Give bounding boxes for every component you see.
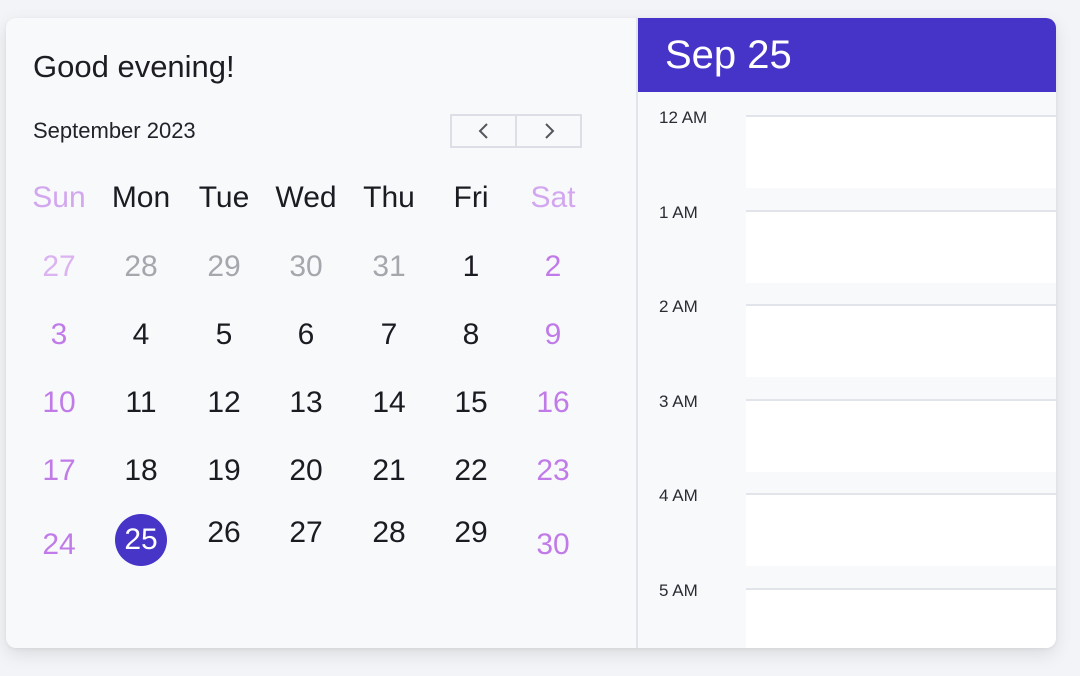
weekday-header-mon: Mon [111,181,171,214]
day-cell[interactable]: 2 [512,247,594,287]
month-navigation [450,114,582,148]
hour-label: 5 AM [659,580,698,600]
hour-row: 2 AM [638,283,1056,377]
chevron-left-icon [478,123,488,139]
day-cell[interactable]: 5 [183,315,265,355]
day-cell[interactable]: 23 [512,451,594,491]
day-cell[interactable]: 29 [430,513,512,553]
weekday-header-sun: Sun [32,181,86,214]
day-cell[interactable]: 30 [512,525,594,565]
day-cell[interactable]: 7 [348,315,430,355]
month-panel: Good evening! September 2023 Sun Mon Tue We… [6,18,636,648]
day-cell[interactable]: 17 [18,451,100,491]
hour-label: 3 AM [659,391,698,411]
day-cell[interactable]: 9 [512,315,594,355]
hour-time-slot[interactable] [746,306,1056,377]
day-cell[interactable]: 6 [265,315,347,355]
previous-month-button[interactable] [452,116,515,146]
hour-time-slot[interactable] [746,211,1056,283]
month-label: September 2023 [33,118,196,143]
hour-label: 1 AM [659,202,698,222]
hour-label: 12 AM [659,108,708,127]
day-cell[interactable]: 16 [512,383,594,423]
day-cell[interactable]: 10 [18,383,100,423]
day-cell[interactable]: 13 [265,383,347,423]
next-month-button[interactable] [515,116,580,146]
hour-label: 4 AM [659,486,698,505]
hour-time-slot[interactable] [746,117,1056,188]
weekday-header-tue: Tue [198,181,250,214]
weekday-header-thu: Thu [363,181,415,214]
hour-time-slot[interactable] [746,495,1056,566]
chevron-right-icon [544,123,554,139]
day-cell[interactable]: 26 [183,513,265,553]
weekday-header-sat: Sat [530,181,576,214]
day-cell[interactable]: 3 [18,315,100,355]
day-cell[interactable]: 12 [183,383,265,423]
day-cell[interactable]: 14 [348,383,430,423]
hour-time-slot[interactable] [746,400,1056,472]
weekday-header-wed: Wed [275,181,337,214]
day-cell[interactable]: 21 [348,451,430,491]
outside-month-day-cell[interactable]: 29 [183,247,265,287]
day-cell[interactable]: 22 [430,451,512,491]
day-cell[interactable]: 27 [265,513,347,553]
day-cell[interactable]: 20 [265,451,347,491]
outside-month-day-cell[interactable]: 28 [100,247,182,287]
day-panel: Sep 25 12 AM 1 AM 2 AM 3 AM 4 AM 5 AM [638,18,1056,648]
hour-row: 1 AM [638,189,1056,283]
weekday-header-fri: Fri [453,181,489,214]
hour-row: 4 AM [638,472,1056,566]
day-cell[interactable]: 19 [183,451,265,491]
hour-row: 5 AM [638,567,1056,648]
selected-day-highlight: 25 [115,514,167,566]
calendar-widget: Good evening! September 2023 Sun Mon Tue We… [6,18,1056,648]
greeting-text: Good evening! [33,49,235,84]
hour-row: 3 AM [638,378,1056,472]
day-cell[interactable]: 15 [430,383,512,423]
day-cell[interactable]: 4 [100,315,182,355]
day-cell[interactable]: 24 [18,525,100,565]
day-cell[interactable]: 8 [430,315,512,355]
day-cell[interactable]: 1 [430,247,512,287]
day-cell[interactable]: 28 [348,513,430,553]
day-header: Sep 25 [638,18,1056,92]
outside-month-day-cell[interactable]: 30 [265,247,347,287]
hour-row: 12 AM [638,94,1056,188]
outside-month-day-cell[interactable]: 31 [348,247,430,287]
outside-month-day-cell[interactable]: 27 [18,247,100,287]
day-cell[interactable]: 11 [100,383,182,423]
selected-day-cell[interactable]: 25 [100,514,182,566]
hour-label: 2 AM [659,297,698,316]
hour-time-slot[interactable] [746,589,1056,648]
day-cell[interactable]: 18 [100,451,182,491]
